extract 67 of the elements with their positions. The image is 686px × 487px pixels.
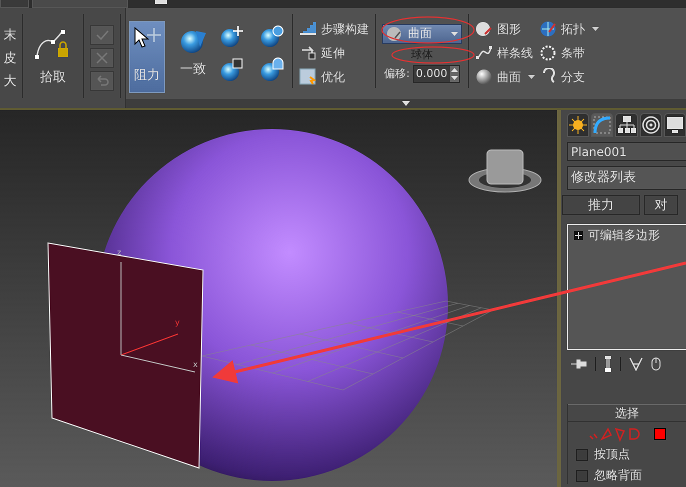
drag-button[interactable]: 阻力 xyxy=(129,21,165,93)
axis-label: x xyxy=(193,361,198,369)
axis-label: z xyxy=(117,249,122,257)
dotted-ring-icon xyxy=(539,44,557,62)
checkbox-option[interactable]: 忽略背面 xyxy=(568,467,686,484)
funnel-icon xyxy=(629,357,643,371)
curve-icon xyxy=(592,115,612,135)
object-name-field[interactable]: Plane001 xyxy=(567,142,686,161)
target-rings-icon xyxy=(640,115,661,135)
pick-button[interactable]: 拾取 xyxy=(29,28,77,88)
stack-item[interactable]: 可编辑多边形 xyxy=(588,227,660,244)
show-end-icon xyxy=(604,356,612,372)
monitor-icon xyxy=(664,115,685,135)
ribbon-tool-button[interactable]: 分支 xyxy=(539,67,585,87)
ribbon-label: 皮 xyxy=(4,50,16,67)
offset-label: 偏移: xyxy=(384,66,410,81)
sphere-rotate-icon xyxy=(258,23,286,49)
spinner-arrows-icon xyxy=(450,66,459,82)
hierarchy-icon xyxy=(616,115,636,135)
conform-button[interactable]: 一致 xyxy=(174,26,212,80)
stairs-icon xyxy=(299,20,317,38)
expand-toggle[interactable] xyxy=(574,231,583,240)
offset-spinner[interactable]: 0.000 xyxy=(412,64,460,82)
plus-icon xyxy=(575,232,582,239)
sphere-icon xyxy=(178,28,208,54)
viewcube-icon xyxy=(468,150,542,192)
sun-icon xyxy=(568,115,588,135)
mouse-icon xyxy=(651,357,661,371)
axis-label: y xyxy=(175,319,180,327)
ball-icon xyxy=(475,68,493,86)
pin-icon xyxy=(571,357,587,371)
sphere-dome-icon xyxy=(258,57,286,83)
optimize-icon xyxy=(299,68,317,86)
topology-icon xyxy=(539,20,557,38)
ribbon-tool-button[interactable]: 曲面 xyxy=(475,67,535,87)
ribbon-tool-button[interactable]: 拓扑 xyxy=(539,19,599,39)
spline-icon xyxy=(475,44,493,62)
command-tab[interactable] xyxy=(640,113,662,137)
modifier-button[interactable]: 推力 xyxy=(562,195,640,215)
command-tab[interactable] xyxy=(615,113,638,137)
dropdown-arrow-icon xyxy=(528,75,535,79)
checkbox-option[interactable]: 按顶点 xyxy=(568,446,686,463)
command-tab[interactable] xyxy=(664,113,686,137)
extend-icon xyxy=(299,44,317,62)
ribbon-tool-button[interactable]: 条带 xyxy=(539,43,585,63)
ribbon-tool-button[interactable]: 延伸 xyxy=(299,43,345,63)
checkbox[interactable] xyxy=(576,448,588,460)
command-tab[interactable] xyxy=(567,113,590,137)
dropdown-arrow-icon xyxy=(451,32,458,36)
ribbon-tool-button[interactable]: 优化 xyxy=(299,67,345,87)
pen-sphere-icon xyxy=(475,20,493,38)
ribbon-tool-button[interactable]: 样条线 xyxy=(475,43,533,63)
dropdown-arrow-icon xyxy=(592,27,599,31)
viewport[interactable]: z y x xyxy=(0,110,557,487)
ribbon-label: 大 xyxy=(4,73,16,90)
ribbon-tool-button[interactable]: 步骤构建 xyxy=(299,19,369,39)
modifier-button[interactable]: 对 xyxy=(644,195,678,215)
checkbox[interactable] xyxy=(576,470,588,482)
ribbon-tool-button[interactable]: 图形 xyxy=(475,19,521,39)
pen-sphere-icon xyxy=(386,26,402,42)
surface-dropdown[interactable]: 曲面 xyxy=(382,24,462,44)
element-icon xyxy=(654,428,666,440)
sphere-move-icon xyxy=(218,23,246,49)
expand-arrow-icon xyxy=(402,101,410,106)
ribbon-label: 末 xyxy=(4,27,16,44)
rollout-header[interactable]: 选择 xyxy=(568,404,686,422)
modifier-list-dropdown[interactable]: 修改器列表 xyxy=(567,166,686,190)
